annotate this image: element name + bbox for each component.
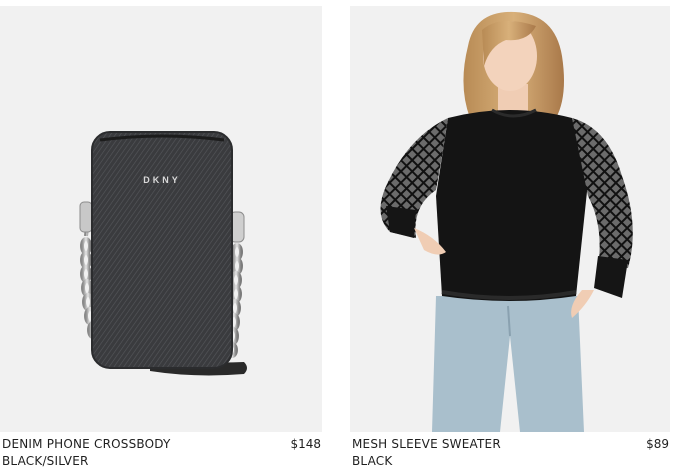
product-price: $148 [290,437,321,451]
product-name[interactable]: DENIM PHONE CROSSBODY [2,436,322,453]
product-name[interactable]: MESH SLEEVE SWEATER [352,436,670,453]
product-info: DENIM PHONE CROSSBODY BLACK/SILVER $148 [2,436,322,476]
product-price: $89 [646,437,669,451]
product-info: MESH SLEEVE SWEATER BLACK $89 [352,436,670,476]
model-sweater-illustration [380,11,633,432]
bag-logo: DKNY [143,175,181,185]
product-grid: DKNY DENIM PHONE CROSSBODY BLACK/SILVER … [0,0,677,476]
crossbody-bag-illustration: DKNY [79,131,247,376]
product-color: BLACK/SILVER [2,454,89,468]
product-image-denim-phone-crossbody[interactable]: DKNY [0,6,322,432]
product-image-mesh-sleeve-sweater[interactable] [350,6,670,432]
product-color: BLACK [352,454,393,468]
jeans [432,296,584,432]
